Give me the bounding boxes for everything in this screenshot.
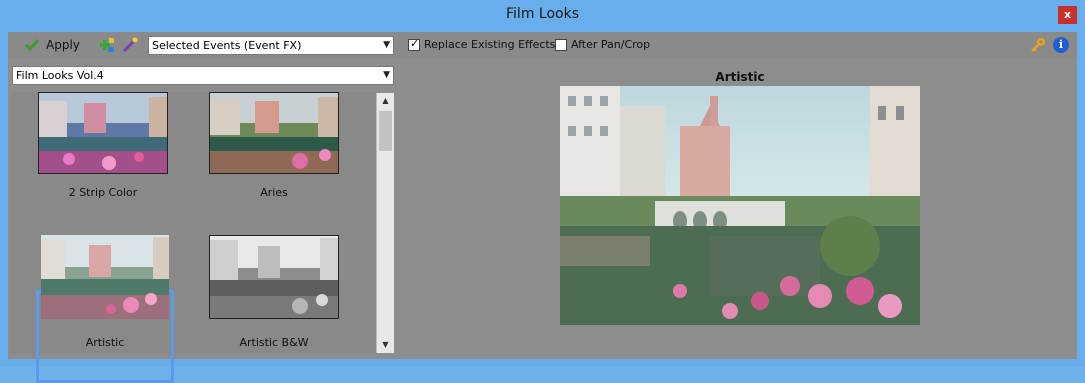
film-looks-window: Film Looks x Apply Selected Events (Even… [0, 0, 1085, 383]
target-select[interactable]: Selected Events (Event FX) ▼ [148, 36, 394, 55]
check-icon: ✓ [410, 36, 420, 50]
preset-label: Artistic [85, 336, 125, 349]
after-pan-crop-label: After Pan/Crop [571, 38, 651, 51]
after-pan-crop-checkbox[interactable]: After Pan/Crop [555, 38, 650, 51]
replace-existing-label: Replace Existing Effects [424, 38, 556, 51]
scroll-up-icon[interactable]: ▲ [377, 93, 394, 109]
chevron-down-icon: ▼ [383, 40, 390, 50]
preview-image [560, 86, 920, 325]
scroll-down-icon[interactable]: ▼ [377, 337, 394, 353]
thumbnail-image [39, 93, 167, 173]
preset-bank-select[interactable]: Film Looks Vol.4 ▼ [12, 66, 394, 85]
thumbnail-image [210, 93, 338, 173]
preview-picture [560, 86, 920, 325]
scroll-thumb[interactable] [379, 111, 392, 151]
preset-bank-value: Film Looks Vol.4 [16, 69, 104, 82]
close-button[interactable]: x [1058, 6, 1077, 24]
preset-thumbnail[interactable] [41, 235, 171, 319]
preset-label: Aries [260, 186, 288, 199]
preset-gallery: 2 Strip Color Aries Artistic Artistic B&… [11, 92, 381, 383]
preset-label: Artistic B&W [239, 336, 309, 349]
checkmark-icon [24, 39, 40, 52]
window-title: Film Looks [506, 6, 579, 22]
target-select-value: Selected Events (Event FX) [152, 39, 302, 52]
thumbnail-image [41, 235, 169, 319]
apply-label: Apply [46, 38, 80, 52]
gallery-scrollbar[interactable]: ▲ ▼ [376, 93, 394, 353]
toolbar: Apply Selected Events (Event FX) ▼ ✓ Rep… [8, 32, 1077, 58]
add-fx-icon[interactable] [98, 36, 116, 54]
preset-thumbnail[interactable] [38, 92, 168, 174]
replace-existing-checkbox[interactable]: ✓ Replace Existing Effects [408, 36, 556, 51]
key-icon[interactable] [1030, 37, 1046, 53]
preset-label: 2 Strip Color [68, 186, 138, 199]
info-icon[interactable]: i [1053, 37, 1069, 53]
checkbox-box[interactable] [555, 38, 567, 51]
checkbox-box[interactable]: ✓ [408, 36, 420, 51]
preview-title: Artistic [715, 70, 765, 84]
preset-thumbnail[interactable] [209, 235, 339, 319]
magic-wand-icon[interactable] [121, 36, 139, 54]
preset-thumbnail[interactable] [209, 92, 339, 174]
apply-button[interactable]: Apply [24, 36, 80, 54]
chevron-down-icon: ▼ [383, 70, 390, 80]
dialog-body: Apply Selected Events (Event FX) ▼ ✓ Rep… [8, 32, 1077, 383]
title-bar[interactable]: Film Looks x [0, 0, 1085, 32]
thumbnail-image [210, 236, 338, 318]
